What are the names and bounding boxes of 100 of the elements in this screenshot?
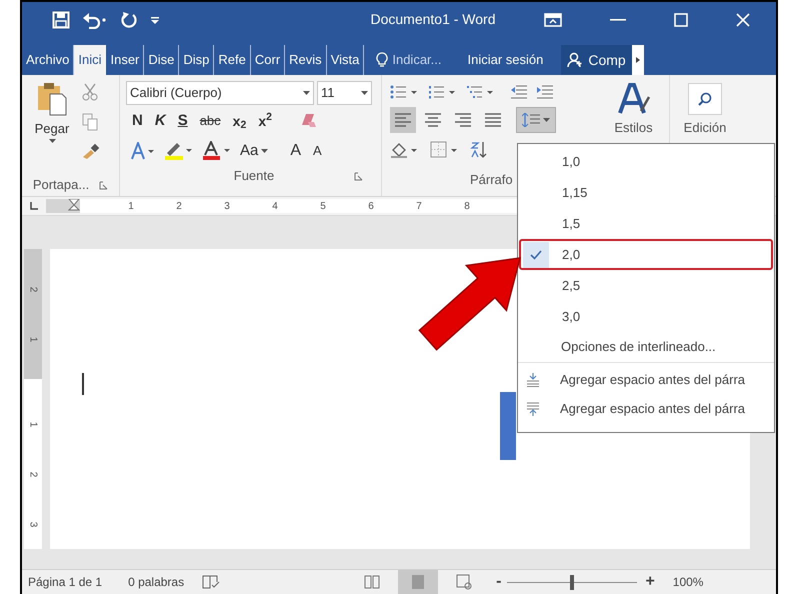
- tab-stop-icon[interactable]: [30, 202, 38, 210]
- ruler-number: 4: [271, 200, 279, 214]
- ruler-number: 7: [415, 200, 423, 214]
- clipboard-icon: [36, 81, 68, 118]
- close-icon[interactable]: [736, 12, 750, 27]
- highlight-color-icon[interactable]: [164, 141, 194, 162]
- line-spacing-icon: [522, 112, 540, 127]
- align-left-icon: [394, 112, 412, 128]
- format-button[interactable]: abc: [200, 111, 221, 131]
- borders-icon[interactable]: [430, 140, 460, 159]
- menu-item[interactable]: 3,0: [519, 301, 773, 332]
- font-color-icon[interactable]: [202, 141, 232, 162]
- lightbulb-icon: [376, 52, 388, 68]
- zoom-slider[interactable]: [507, 574, 638, 590]
- ruler-number: 2: [175, 200, 183, 214]
- ruler-number: 1: [127, 200, 135, 214]
- ruler-number: 3: [223, 200, 231, 214]
- multilevel-list-icon[interactable]: [466, 85, 496, 100]
- dialog-launcher-icon[interactable]: [99, 180, 108, 190]
- tell-me-search[interactable]: Indicar...: [392, 50, 442, 70]
- book-check-icon[interactable]: [202, 575, 220, 590]
- caret-icon: [48, 138, 56, 143]
- view-read-icon: [364, 574, 380, 590]
- scissors-icon[interactable]: [82, 83, 98, 102]
- format-button[interactable]: N: [132, 110, 143, 132]
- text-effects-icon[interactable]: [130, 142, 156, 160]
- group-label: Portapa...: [32, 176, 90, 194]
- decrease-indent-icon[interactable]: [510, 85, 528, 100]
- clear-formatting-icon[interactable]: [300, 113, 318, 130]
- group-label: Párrafo: [470, 170, 513, 189]
- redo-icon[interactable]: [120, 10, 138, 29]
- change-case-button[interactable]: Aa: [240, 140, 268, 162]
- increase-indent-icon[interactable]: [536, 85, 554, 100]
- ruler-number: 5: [319, 200, 327, 214]
- menu-item[interactable]: 1,0: [519, 146, 773, 177]
- group-label: Fuente: [234, 167, 274, 186]
- zoom-in-button[interactable]: +: [645, 570, 655, 594]
- editing-button[interactable]: Edición: [684, 121, 726, 136]
- styles-icon[interactable]: [616, 83, 650, 116]
- font-name-dropdown[interactable]: Calibri (Cuerpo): [126, 81, 314, 106]
- save-icon[interactable]: [52, 10, 70, 29]
- styles-button[interactable]: Estilos: [614, 121, 653, 136]
- format-button[interactable]: K: [154, 110, 166, 132]
- search-icon: [698, 92, 712, 106]
- ruler-number: 3: [26, 521, 40, 527]
- marker-bar: [500, 392, 516, 460]
- ruler-number: 8: [463, 200, 471, 214]
- shrink-font-button[interactable]: A: [313, 141, 322, 161]
- word-count[interactable]: 0 palabras: [128, 573, 184, 592]
- menu-item[interactable]: 2,5: [519, 270, 773, 301]
- grow-font-button[interactable]: A: [290, 139, 302, 164]
- view-web-icon: [456, 574, 472, 590]
- text-cursor: [82, 373, 84, 396]
- line-spacing-button[interactable]: [516, 106, 556, 133]
- sign-in-link[interactable]: Iniciar sesión: [468, 45, 544, 76]
- shading-icon[interactable]: [390, 140, 420, 159]
- zoom-slider-thumb[interactable]: [570, 574, 574, 590]
- caret-icon: [303, 91, 310, 96]
- zoom-level[interactable]: 100%: [672, 573, 704, 592]
- check-icon: [530, 250, 542, 260]
- paste-button[interactable]: Pegar: [30, 81, 74, 176]
- search-button[interactable]: [688, 83, 722, 116]
- caret-icon: [636, 57, 640, 64]
- undo-icon[interactable]: [82, 10, 108, 29]
- share-button[interactable]: Comp: [561, 45, 632, 76]
- zoom-out-button[interactable]: -: [496, 570, 502, 594]
- customize-toolbar-icon[interactable]: [150, 14, 160, 25]
- menu-item[interactable]: Agregar espacio antes del párra: [518, 394, 774, 423]
- numbered-list-icon[interactable]: [428, 85, 458, 100]
- caret-icon: [543, 118, 550, 122]
- format-button[interactable]: S: [178, 110, 188, 132]
- dialog-launcher-icon[interactable]: [354, 172, 364, 181]
- indent-marker-icon[interactable]: [68, 199, 80, 214]
- ruler-number: 2: [26, 286, 40, 292]
- person-icon: [567, 52, 584, 68]
- format-button[interactable]: x$^{2}$: [258, 110, 272, 132]
- space-after-icon: [526, 402, 540, 416]
- font-size-dropdown[interactable]: 11: [317, 81, 372, 106]
- align-justify-icon: [484, 112, 502, 128]
- format-button[interactable]: x$_{2}$: [232, 110, 246, 132]
- ruler-number: 1: [26, 336, 40, 342]
- menu-item[interactable]: 1,5: [519, 208, 773, 239]
- space-before-icon: [526, 372, 540, 386]
- view-print-icon: [410, 574, 426, 590]
- menu-item[interactable]: 2,0: [519, 239, 773, 270]
- menu-item[interactable]: Agregar espacio antes del párra: [518, 365, 774, 394]
- align-left-button[interactable]: [390, 106, 416, 133]
- align-right-icon: [454, 112, 472, 128]
- caret-icon: [261, 149, 268, 154]
- page-count[interactable]: Página 1 de 1: [28, 573, 102, 592]
- format-painter-icon[interactable]: [82, 143, 100, 160]
- maximize-icon[interactable]: [674, 12, 688, 27]
- sort-icon[interactable]: [470, 140, 488, 159]
- menu-item[interactable]: Opciones de interlineado...: [518, 332, 774, 363]
- ruler-number: 6: [367, 200, 375, 214]
- bullet-list-icon[interactable]: [390, 85, 420, 100]
- ribbon-tab[interactable]: Inici: [74, 45, 106, 76]
- menu-item[interactable]: 1,15: [519, 177, 773, 208]
- ribbon-display-icon[interactable]: [544, 12, 562, 27]
- scroll-tabs-button[interactable]: [632, 45, 644, 76]
